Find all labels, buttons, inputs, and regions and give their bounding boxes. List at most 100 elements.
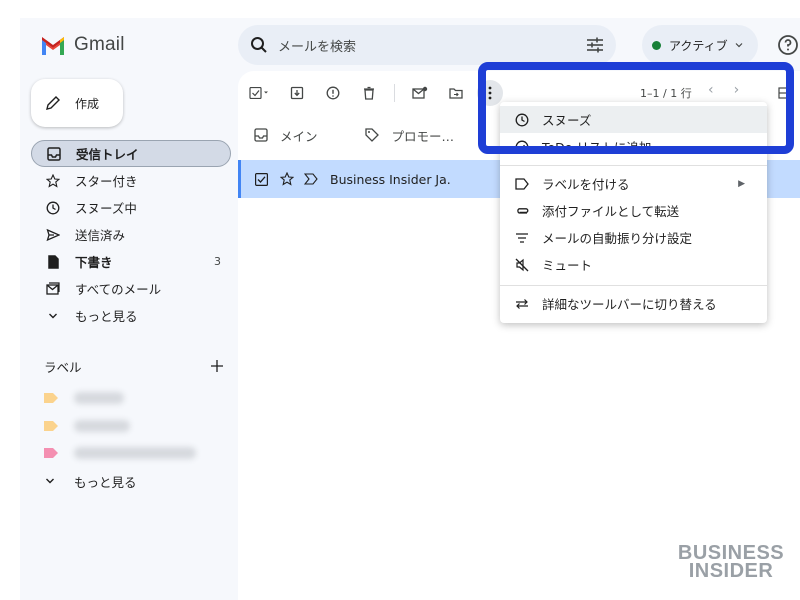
labels-more-label: もっと見る [74, 474, 137, 490]
trash-icon [364, 86, 374, 100]
sidebar-nav: 受信トレイ スター付き スヌーズ中 送信済み 下書き 3 すべてのメール もっと… [31, 140, 231, 329]
clock-icon [45, 200, 61, 216]
menu-item-label: 詳細なツールバーに切り替える [542, 297, 717, 312]
mark-unread-button[interactable] [407, 80, 433, 106]
draft-icon [45, 254, 61, 270]
menu-item-label: 添付ファイルとして転送 [542, 204, 680, 219]
status-dot [652, 40, 661, 50]
move-to-icon [449, 88, 463, 99]
report-spam-button[interactable] [320, 80, 346, 106]
sidebar-item-inbox[interactable]: 受信トレイ [31, 140, 231, 167]
sidebar-item-label: すべてのメール [75, 282, 162, 297]
search-options-icon[interactable] [586, 37, 604, 53]
help-icon[interactable] [776, 33, 800, 57]
inbox-icon [254, 128, 268, 142]
menu-divider [500, 285, 767, 286]
labels-more[interactable]: もっと見る [44, 471, 137, 491]
email-sender: Business Insider Ja. [330, 171, 451, 187]
search-bar[interactable]: メールを検索 [238, 25, 616, 65]
menu-item-label: ミュート [542, 258, 593, 273]
top-band [0, 0, 800, 18]
pencil-icon [46, 96, 60, 110]
business-insider-watermark: BUSINESS INSIDER [676, 543, 786, 582]
drafts-count: 3 [214, 255, 221, 268]
label-tag-icon [44, 448, 58, 458]
label-icon [514, 176, 530, 192]
menu-item-filter-messages[interactable]: メールの自動振り分け設定 [500, 224, 767, 251]
tab-primary[interactable]: メイン [254, 126, 318, 145]
gmail-window: Gmail メールを検索 アクティブ 作成 受信トレイ スター付き スヌーズ中 … [0, 0, 800, 600]
chevron-down-icon [735, 43, 743, 48]
tab-label: メイン [280, 128, 318, 144]
tag-icon [364, 128, 379, 142]
gmail-logo[interactable]: Gmail [40, 33, 125, 57]
swap-icon [514, 296, 530, 312]
compose-label: 作成 [75, 96, 100, 111]
search-input[interactable]: メールを検索 [278, 36, 586, 55]
compose-button[interactable]: 作成 [31, 79, 123, 127]
send-icon [45, 227, 61, 243]
sidebar-item-more[interactable]: もっと見る [31, 302, 231, 329]
star-icon[interactable] [280, 172, 294, 186]
row-checkbox-icon[interactable] [255, 172, 268, 186]
add-label-icon[interactable] [210, 359, 224, 373]
sidebar-item-starred[interactable]: スター付き [31, 167, 231, 194]
label-item[interactable] [44, 416, 130, 436]
move-to-button[interactable] [443, 80, 469, 106]
label-tag-icon [44, 393, 58, 403]
report-icon [326, 86, 340, 100]
tab-label: プロモー… [391, 128, 455, 144]
sidebar-item-label: 受信トレイ [76, 147, 139, 162]
star-icon [45, 173, 61, 189]
menu-item-switch-toolbar[interactable]: 詳細なツールバーに切り替える [500, 290, 767, 317]
sidebar-item-label: 送信済み [75, 228, 126, 243]
archive-icon [290, 86, 304, 100]
chevron-down-icon [46, 478, 54, 484]
search-icon[interactable] [250, 36, 268, 54]
sidebar-item-label: もっと見る [75, 309, 138, 324]
label-name-redacted [74, 392, 124, 404]
sidebar-item-drafts[interactable]: 下書き 3 [31, 248, 231, 275]
sidebar-item-label: 下書き [75, 255, 113, 270]
importance-marker-icon[interactable] [304, 173, 318, 185]
menu-item-label-as[interactable]: ラベルを付ける ▶ [500, 170, 767, 197]
left-gutter [0, 0, 20, 600]
chevron-down-icon [45, 308, 61, 324]
checkbox-icon [249, 87, 268, 99]
menu-item-label: メールの自動振り分け設定 [542, 231, 693, 246]
gmail-logo-text: Gmail [74, 34, 125, 55]
mark-unread-icon [412, 86, 428, 99]
sidebar-item-label: スヌーズ中 [75, 201, 137, 216]
label-name-redacted [74, 447, 196, 459]
select-checkbox-menu[interactable] [238, 80, 278, 106]
label-item[interactable] [44, 443, 196, 463]
all-mail-icon [45, 281, 61, 297]
annotation-highlight-box [478, 62, 794, 154]
sidebar-item-label: スター付き [75, 174, 138, 189]
attachment-icon [514, 203, 530, 219]
sidebar-item-all-mail[interactable]: すべてのメール [31, 275, 231, 302]
archive-button[interactable] [284, 80, 310, 106]
submenu-arrow-icon: ▶ [738, 178, 745, 189]
labels-header: ラベル [44, 356, 224, 376]
label-item[interactable] [44, 388, 124, 408]
delete-button[interactable] [356, 80, 382, 106]
filter-icon [514, 230, 530, 246]
toolbar-divider [394, 84, 395, 102]
menu-item-label: ラベルを付ける [542, 177, 630, 192]
menu-item-mute[interactable]: ミュート [500, 251, 767, 278]
label-name-redacted [74, 420, 130, 432]
category-tabs: メイン プロモー… [238, 120, 454, 150]
watermark-line2: INSIDER [688, 560, 774, 582]
mute-icon [514, 257, 530, 273]
sidebar-item-sent[interactable]: 送信済み [31, 221, 231, 248]
status-label: アクティブ [669, 38, 728, 53]
status-selector[interactable]: アクティブ [642, 25, 758, 65]
mail-toolbar [238, 80, 503, 106]
labels-heading: ラベル [44, 359, 82, 375]
tab-promotions[interactable]: プロモー… [364, 126, 455, 145]
menu-divider [500, 165, 767, 166]
sidebar-item-snoozed[interactable]: スヌーズ中 [31, 194, 231, 221]
menu-item-forward-attachment[interactable]: 添付ファイルとして転送 [500, 197, 767, 224]
label-tag-icon [44, 421, 58, 431]
